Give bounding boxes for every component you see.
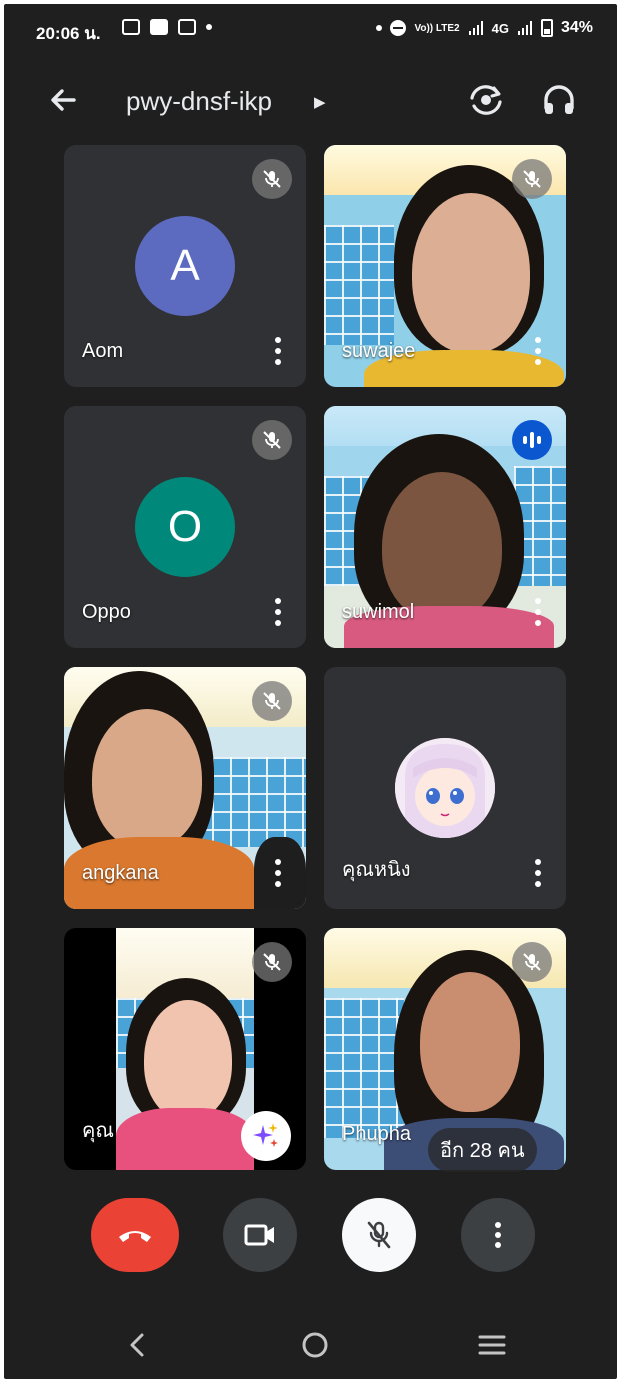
nav-home-icon [302,1332,328,1358]
more-participants-button[interactable]: อีก 28 คน [428,1128,537,1172]
participant-name: angkana [82,862,159,884]
nav-recents-icon [478,1335,506,1355]
mic-toggle-button[interactable] [342,1198,416,1272]
nav-back-button[interactable] [118,1325,158,1365]
screen-cast-icon [122,19,140,35]
notification-icons [122,19,212,35]
participant-name: Phupha [342,1123,411,1145]
audio-output-button[interactable] [537,78,581,122]
speaking-indicator-icon [512,420,552,460]
mic-off-icon [512,942,552,982]
meeting-title[interactable]: pwy-dnsf-ikp [126,86,272,117]
participant-tile-suwimol[interactable]: suwimol [324,406,566,648]
participant-tile-oppo[interactable]: O Oppo [64,406,306,648]
participant-tile-khun-ning[interactable]: คุณหนิง [324,667,566,909]
participant-tile-aom[interactable]: A Aom [64,145,306,387]
participant-name: คุณ [82,1120,114,1142]
phone-screen: 20:06 น. Vo)) LTE2 4G 34% pwy-dnsf-ikp ▶ [4,4,617,1379]
network-type: 4G [491,20,509,36]
chevron-right-icon[interactable]: ▶ [314,93,326,111]
effects-button[interactable] [241,1111,291,1161]
mic-off-icon [512,159,552,199]
participant-name: suwimol [342,601,415,623]
end-call-button[interactable] [91,1198,179,1272]
participant-name: Oppo [82,601,131,623]
arrow-left-icon [51,89,76,111]
switch-camera-button[interactable] [464,78,508,122]
meeting-header: pwy-dnsf-ikp ▶ [4,72,617,128]
participant-tile-suwajee[interactable]: suwajee [324,145,566,387]
participant-more-button[interactable] [274,337,282,365]
battery-percent: 34% [560,19,593,36]
headphones-icon [544,85,574,114]
anime-avatar-icon [395,738,495,838]
avatar-letter: A [170,241,200,290]
participant-name: คุณหนิง [342,859,411,881]
participant-more-button[interactable] [534,598,542,626]
participant-name: suwajee [342,340,416,362]
do-not-disturb-icon [390,20,407,36]
mic-off-icon [252,420,292,460]
more-options-button[interactable] [461,1198,535,1272]
signal-icon-2 [517,21,532,35]
participant-more-button[interactable] [274,598,282,626]
signal-icon [468,21,483,35]
camera-flip-icon [470,85,502,115]
more-vertical-icon [495,1222,501,1248]
nav-home-button[interactable] [295,1325,335,1365]
system-nav-bar [4,1309,617,1379]
mic-off-icon [367,1221,391,1249]
mic-off-icon [252,942,292,982]
avatar: O [135,477,235,577]
nav-back-icon [130,1333,144,1357]
status-time: 20:06 น. [36,24,101,43]
system-icons: Vo)) LTE2 4G 34% [376,19,593,37]
sparkle-effects-icon [253,1123,278,1147]
participant-more-button[interactable] [274,859,282,887]
avatar-letter: O [167,502,203,551]
volte-indicator: Vo)) LTE2 [414,22,460,34]
phone-hangup-icon [119,1231,151,1242]
mic-off-icon [252,681,292,721]
mic-off-icon [252,159,292,199]
more-notifications-icon [206,24,212,30]
battery-icon [540,19,553,37]
avatar: A [135,216,235,316]
participant-name: Aom [82,340,124,362]
status-bar: 20:06 น. Vo)) LTE2 4G 34% [4,4,617,54]
self-video [116,928,254,1170]
nav-recents-button[interactable] [472,1325,512,1365]
back-button[interactable] [44,80,84,120]
bag-notification-icon [150,19,168,35]
participant-more-button[interactable] [534,859,542,887]
message-notification-icon [178,19,196,35]
avatar [395,738,495,838]
video-camera-icon [244,1224,274,1246]
participant-tile-angkana[interactable]: angkana [64,667,306,909]
participant-more-button[interactable] [534,337,542,365]
dot-icon [376,25,383,31]
camera-toggle-button[interactable] [223,1198,297,1272]
